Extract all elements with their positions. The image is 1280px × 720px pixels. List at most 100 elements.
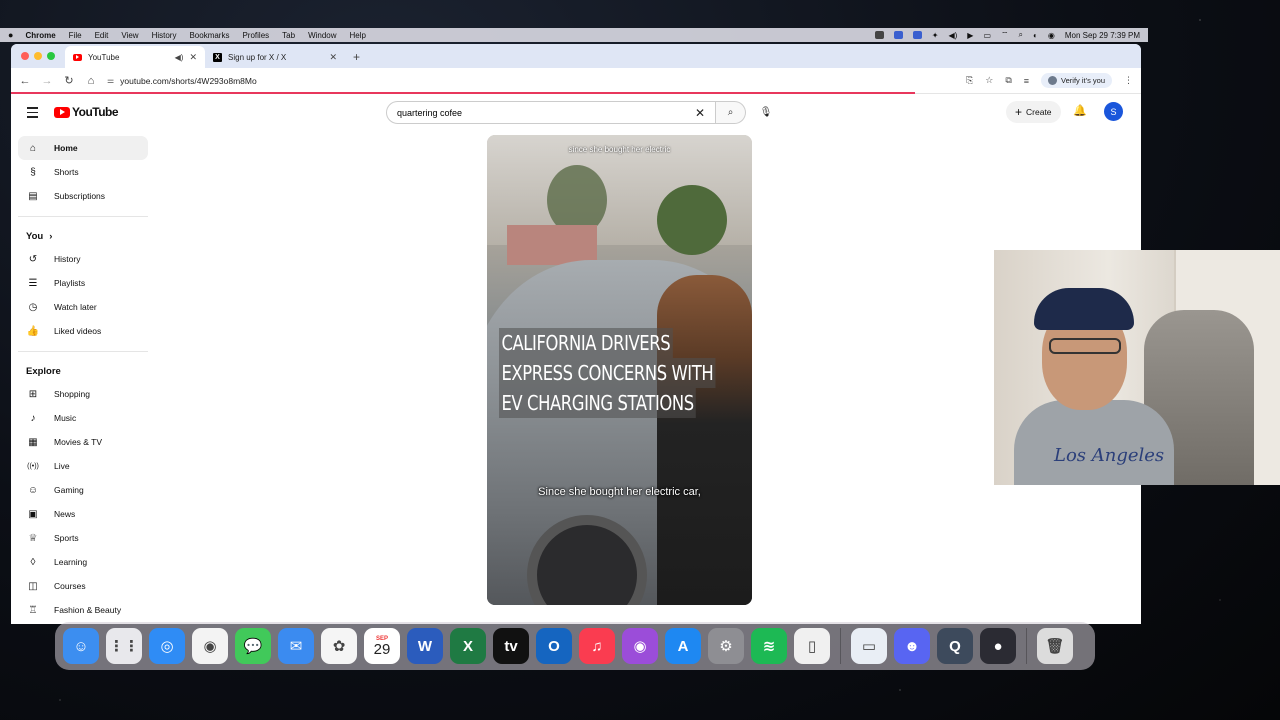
menu-history[interactable]: History xyxy=(152,31,177,40)
dock-music-icon[interactable]: ♫ xyxy=(579,628,615,664)
menu-edit[interactable]: Edit xyxy=(95,31,109,40)
dock-word-icon[interactable]: W xyxy=(407,628,443,664)
dock-app-store-icon[interactable]: A xyxy=(665,628,701,664)
search-box[interactable]: ✕ xyxy=(386,101,716,124)
dock-photos-icon[interactable]: ✿ xyxy=(321,628,357,664)
notifications-bell-icon[interactable]: 🔔 xyxy=(1073,104,1087,117)
dock-apple-tv-icon[interactable]: tv xyxy=(493,628,529,664)
tab-youtube[interactable]: YouTube ◀) ✕ xyxy=(65,46,205,68)
search-icon: ⌕ xyxy=(727,107,734,118)
menu-app-name[interactable]: Chrome xyxy=(25,31,55,40)
url-text[interactable]: youtube.com/shorts/4W293o8m8Mo xyxy=(120,76,257,86)
dock-spotify-icon[interactable]: ≋ xyxy=(751,628,787,664)
home-button-icon[interactable]: ⌂ xyxy=(85,75,97,87)
sidebar-item-learning[interactable]: ◊ Learning xyxy=(18,550,148,574)
hamburger-menu-icon[interactable] xyxy=(27,107,38,121)
dock-preview-icon[interactable]: ▭ xyxy=(851,628,887,664)
menu-tab[interactable]: Tab xyxy=(282,31,295,40)
sidebar-item-live[interactable]: ((•)) Live xyxy=(18,454,148,478)
reading-list-icon[interactable]: ≡ xyxy=(1024,76,1029,86)
dock-outlook-icon[interactable]: O xyxy=(536,628,572,664)
control-center-icon[interactable]: ◐ xyxy=(1033,31,1038,40)
dock-calendar-icon[interactable]: SEP 29 xyxy=(364,628,400,664)
menu-bookmarks[interactable]: Bookmarks xyxy=(189,31,229,40)
back-arrow-icon[interactable]: ← xyxy=(19,75,31,87)
sidebar-item-movies-tv[interactable]: ▦ Movies & TV xyxy=(18,430,148,454)
sidebar-item-fashion-beauty[interactable]: ♖ Fashion & Beauty xyxy=(18,598,148,622)
display-icon[interactable] xyxy=(912,31,922,39)
screen-mirroring-icon[interactable] xyxy=(893,31,903,39)
dock-trash-icon[interactable]: 🗑 xyxy=(1037,628,1073,664)
dock-iphone-mirroring-icon[interactable]: ▯ xyxy=(794,628,830,664)
menu-view[interactable]: View xyxy=(121,31,138,40)
menu-window[interactable]: Window xyxy=(308,31,336,40)
wifi-icon[interactable]: ⌔ xyxy=(1001,30,1009,40)
forward-arrow-icon[interactable]: → xyxy=(41,75,53,87)
voice-search-button[interactable]: 🎙 xyxy=(756,102,776,122)
tab-close-icon[interactable]: ✕ xyxy=(329,52,337,63)
sidebar-item-subscriptions[interactable]: ▤ Subscriptions xyxy=(18,184,148,208)
menu-profiles[interactable]: Profiles xyxy=(242,31,269,40)
dropbox-icon[interactable]: ✦ xyxy=(932,31,939,40)
install-app-icon[interactable]: ⎘ xyxy=(966,75,973,86)
volume-icon[interactable]: ◀) xyxy=(948,31,957,40)
dock-messages-icon[interactable]: 💬 xyxy=(235,628,271,664)
dock-podcasts-icon[interactable]: ◉ xyxy=(622,628,658,664)
sidebar-item-music[interactable]: ♪ Music xyxy=(18,406,148,430)
apple-menu-icon[interactable]: ● xyxy=(8,30,13,40)
sidebar-item-shorts[interactable]: § Shorts xyxy=(18,160,148,184)
shorts-video-player[interactable]: since she bought her electric CALIFORNIA… xyxy=(487,135,752,605)
bookmark-star-icon[interactable]: ☆ xyxy=(985,75,993,86)
new-tab-button[interactable]: + xyxy=(345,50,368,68)
menubar-clock[interactable]: Mon Sep 29 7:39 PM xyxy=(1065,31,1140,40)
dock-launchpad-icon[interactable]: ⋮⋮ xyxy=(106,628,142,664)
sidebar-item-gaming[interactable]: ☺ Gaming xyxy=(18,478,148,502)
chrome-menu-icon[interactable]: ⋮ xyxy=(1124,75,1133,86)
account-avatar[interactable]: S xyxy=(1104,102,1123,121)
close-window-button[interactable] xyxy=(21,52,29,60)
create-button[interactable]: + Create xyxy=(1006,101,1061,123)
dock-excel-icon[interactable]: X xyxy=(450,628,486,664)
sidebar-item-playlists[interactable]: ☰ Playlists xyxy=(18,271,148,295)
sidebar-item-news[interactable]: ▣ News xyxy=(18,502,148,526)
minimize-window-button[interactable] xyxy=(34,52,42,60)
siri-icon[interactable]: ◉ xyxy=(1048,31,1055,40)
dock-chrome-icon[interactable]: ◉ xyxy=(192,628,228,664)
verify-profile-button[interactable]: Verify it's you xyxy=(1041,73,1112,88)
tab-audio-icon[interactable]: ◀) xyxy=(175,53,184,62)
sidebar-item-label: Learning xyxy=(54,557,88,567)
youtube-logo[interactable]: YouTube xyxy=(54,105,119,119)
tab-close-icon[interactable]: ✕ xyxy=(189,52,197,63)
dock-quicktime-icon[interactable]: Q xyxy=(937,628,973,664)
reload-icon[interactable]: ↻ xyxy=(63,74,75,87)
fullscreen-window-button[interactable] xyxy=(47,52,55,60)
menu-help[interactable]: Help xyxy=(350,31,366,40)
dock-mail-icon[interactable]: ✉ xyxy=(278,628,314,664)
menu-file[interactable]: File xyxy=(69,31,82,40)
play-icon[interactable]: ▶ xyxy=(967,31,973,40)
extensions-icon[interactable]: ⧉ xyxy=(1005,75,1011,86)
sidebar-item-sports[interactable]: ♕ Sports xyxy=(18,526,148,550)
sidebar-item-courses[interactable]: ◫ Courses xyxy=(18,574,148,598)
dock-discord-icon[interactable]: ☻ xyxy=(894,628,930,664)
sidebar-item-liked-videos[interactable]: 👍 Liked videos xyxy=(18,319,148,343)
dock-system-settings-icon[interactable]: ⚙ xyxy=(708,628,744,664)
dock-obs-icon[interactable]: ● xyxy=(980,628,1016,664)
search-button[interactable]: ⌕ xyxy=(716,101,746,124)
sidebar-item-home[interactable]: ⌂ Home xyxy=(18,136,148,160)
search-input[interactable] xyxy=(397,107,695,118)
clear-search-icon[interactable]: ✕ xyxy=(695,106,705,120)
dock-finder-icon[interactable]: ☺ xyxy=(63,628,99,664)
dock-safari-icon[interactable]: ◎ xyxy=(149,628,185,664)
dock-separator xyxy=(1026,628,1027,664)
sidebar-item-shopping[interactable]: ⊞ Shopping xyxy=(18,382,148,406)
tab-x-signup[interactable]: X Sign up for X / X ✕ xyxy=(205,46,345,68)
sidebar-item-history[interactable]: ↺ History xyxy=(18,247,148,271)
sidebar-you-header[interactable]: You › xyxy=(18,225,148,247)
sidebar-item-watch-later[interactable]: ◷ Watch later xyxy=(18,295,148,319)
status-app-icon[interactable] xyxy=(874,31,884,39)
site-info-icon[interactable]: ⚌ xyxy=(107,76,114,85)
spotlight-search-icon[interactable]: ⌕ xyxy=(1019,30,1023,40)
address-bar[interactable]: ⚌ youtube.com/shorts/4W293o8m8Mo xyxy=(107,71,956,91)
battery-icon[interactable]: ▭ xyxy=(983,31,991,40)
